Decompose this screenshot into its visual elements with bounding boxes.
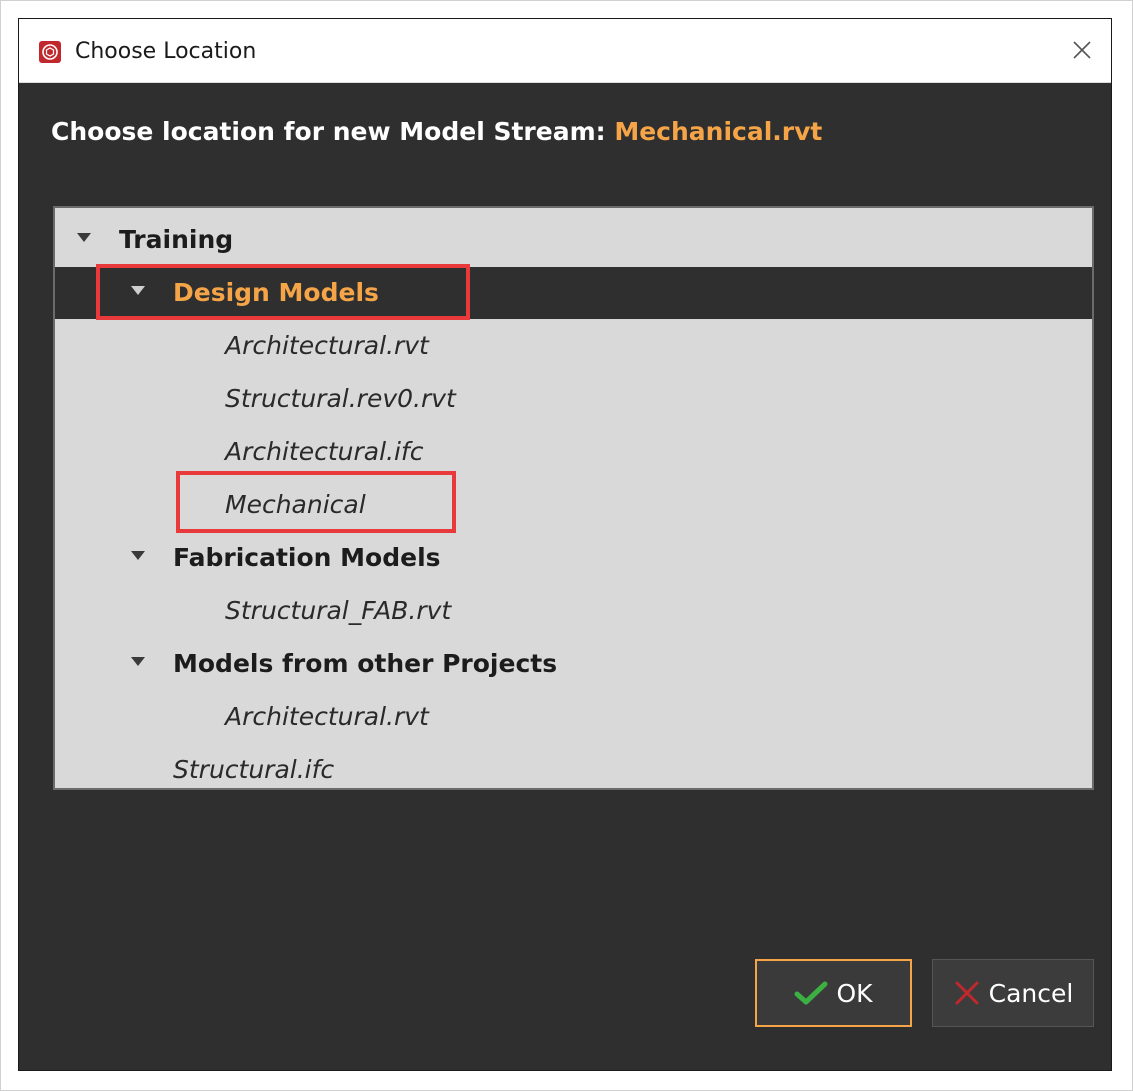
choose-location-dialog: Choose Location Choose location for new …: [18, 18, 1112, 1071]
tree-item-architectural-rvt-other[interactable]: Architectural.rvt: [55, 691, 1092, 743]
tree-item-label: Fabrication Models: [173, 543, 441, 572]
ok-button-label: OK: [836, 978, 873, 1008]
window-title: Choose Location: [75, 39, 257, 64]
tree-item-label: Training: [119, 225, 234, 254]
tree-item-label: Structural_FAB.rvt: [225, 596, 452, 625]
tree-item-mechanical[interactable]: Mechanical: [55, 479, 1092, 531]
app-logo-icon: [39, 41, 61, 63]
tree-item-label: Structural.rev0.rvt: [225, 384, 456, 413]
tree-item-fabrication-models[interactable]: Fabrication Models: [55, 532, 1092, 584]
tree-item-models-from-other-projects[interactable]: Models from other Projects: [55, 638, 1092, 690]
tree-item-label: Structural.ifc: [173, 755, 335, 784]
checkmark-icon: [794, 980, 828, 1006]
heading-filename: Mechanical.rvt: [614, 117, 823, 146]
dialog-heading: Choose location for new Model Stream: Me…: [51, 117, 822, 146]
tree-item-label: Mechanical: [225, 490, 366, 519]
title-bar: Choose Location: [19, 19, 1111, 83]
tree-item-structural-fab-rvt[interactable]: Structural_FAB.rvt: [55, 585, 1092, 637]
cancel-button-label: Cancel: [988, 978, 1074, 1008]
tree-item-architectural-rvt[interactable]: Architectural.rvt: [55, 320, 1092, 372]
tree-item-architectural-ifc[interactable]: Architectural.ifc: [55, 426, 1092, 478]
tree-item-structural-rev0-rvt[interactable]: Structural.rev0.rvt: [55, 373, 1092, 425]
tree-item-structural-ifc[interactable]: Structural.ifc: [55, 744, 1092, 788]
tree-item-training[interactable]: Training: [55, 214, 1092, 266]
cancel-button[interactable]: Cancel: [932, 959, 1094, 1027]
tree-item-label: Architectural.ifc: [225, 437, 424, 466]
location-tree[interactable]: Training Design Models Architectural.rvt…: [53, 206, 1094, 790]
heading-prefix: Choose location for new Model Stream:: [51, 117, 615, 146]
expand-arrow-icon[interactable]: [131, 657, 145, 666]
tree-item-label: Architectural.rvt: [225, 331, 429, 360]
close-icon[interactable]: [1065, 33, 1099, 67]
tree-item-label: Models from other Projects: [173, 649, 558, 678]
expand-arrow-icon[interactable]: [77, 233, 91, 242]
expand-arrow-icon[interactable]: [131, 286, 145, 295]
tree-item-label: Architectural.rvt: [225, 702, 429, 731]
tree-item-label: Design Models: [173, 278, 379, 307]
expand-arrow-icon[interactable]: [131, 551, 145, 560]
x-cross-icon: [953, 979, 981, 1007]
ok-button[interactable]: OK: [755, 959, 912, 1027]
tree-item-design-models[interactable]: Design Models: [55, 267, 1092, 319]
